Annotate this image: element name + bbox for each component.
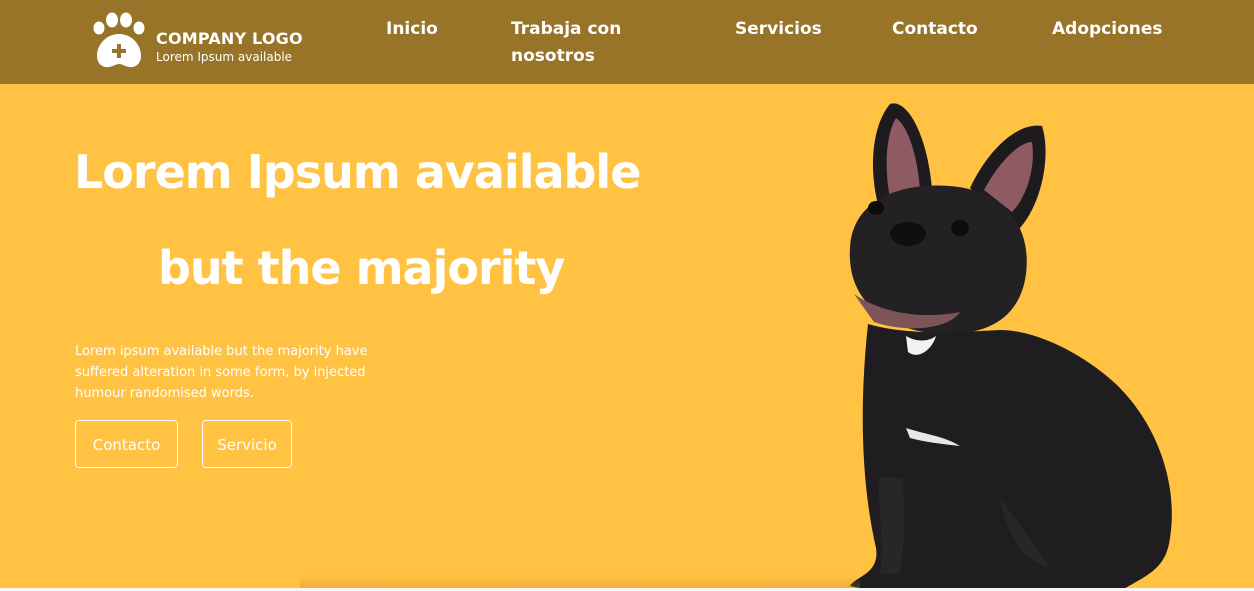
nav-item-inicio[interactable]: Inicio (386, 16, 438, 43)
nav-item-contacto[interactable]: Contacto (892, 16, 978, 43)
contacto-button[interactable]: Contacto (75, 420, 178, 468)
nav-item-trabaja-con-nosotros[interactable]: Trabaja con nosotros (511, 16, 641, 70)
navbar: COMPANY LOGO Lorem Ipsum available Inici… (0, 0, 1254, 84)
logo-title: COMPANY LOGO (156, 29, 303, 48)
paw-plus-icon (93, 12, 145, 68)
logo-subtitle: Lorem Ipsum available (156, 50, 293, 64)
nav-item-adopciones[interactable]: Adopciones (1052, 16, 1163, 43)
hero-title-line-1: Lorem Ipsum available (74, 145, 641, 199)
servicio-button[interactable]: Servicio (202, 420, 292, 468)
company-logo[interactable]: COMPANY LOGO Lorem Ipsum available (91, 12, 321, 70)
nav-item-servicios[interactable]: Servicios (735, 16, 822, 43)
hero-title-line-2: but the majority (158, 241, 565, 295)
french-bulldog-photo (849, 103, 1172, 591)
hero-description: Lorem ipsum available but the majority h… (75, 344, 368, 401)
